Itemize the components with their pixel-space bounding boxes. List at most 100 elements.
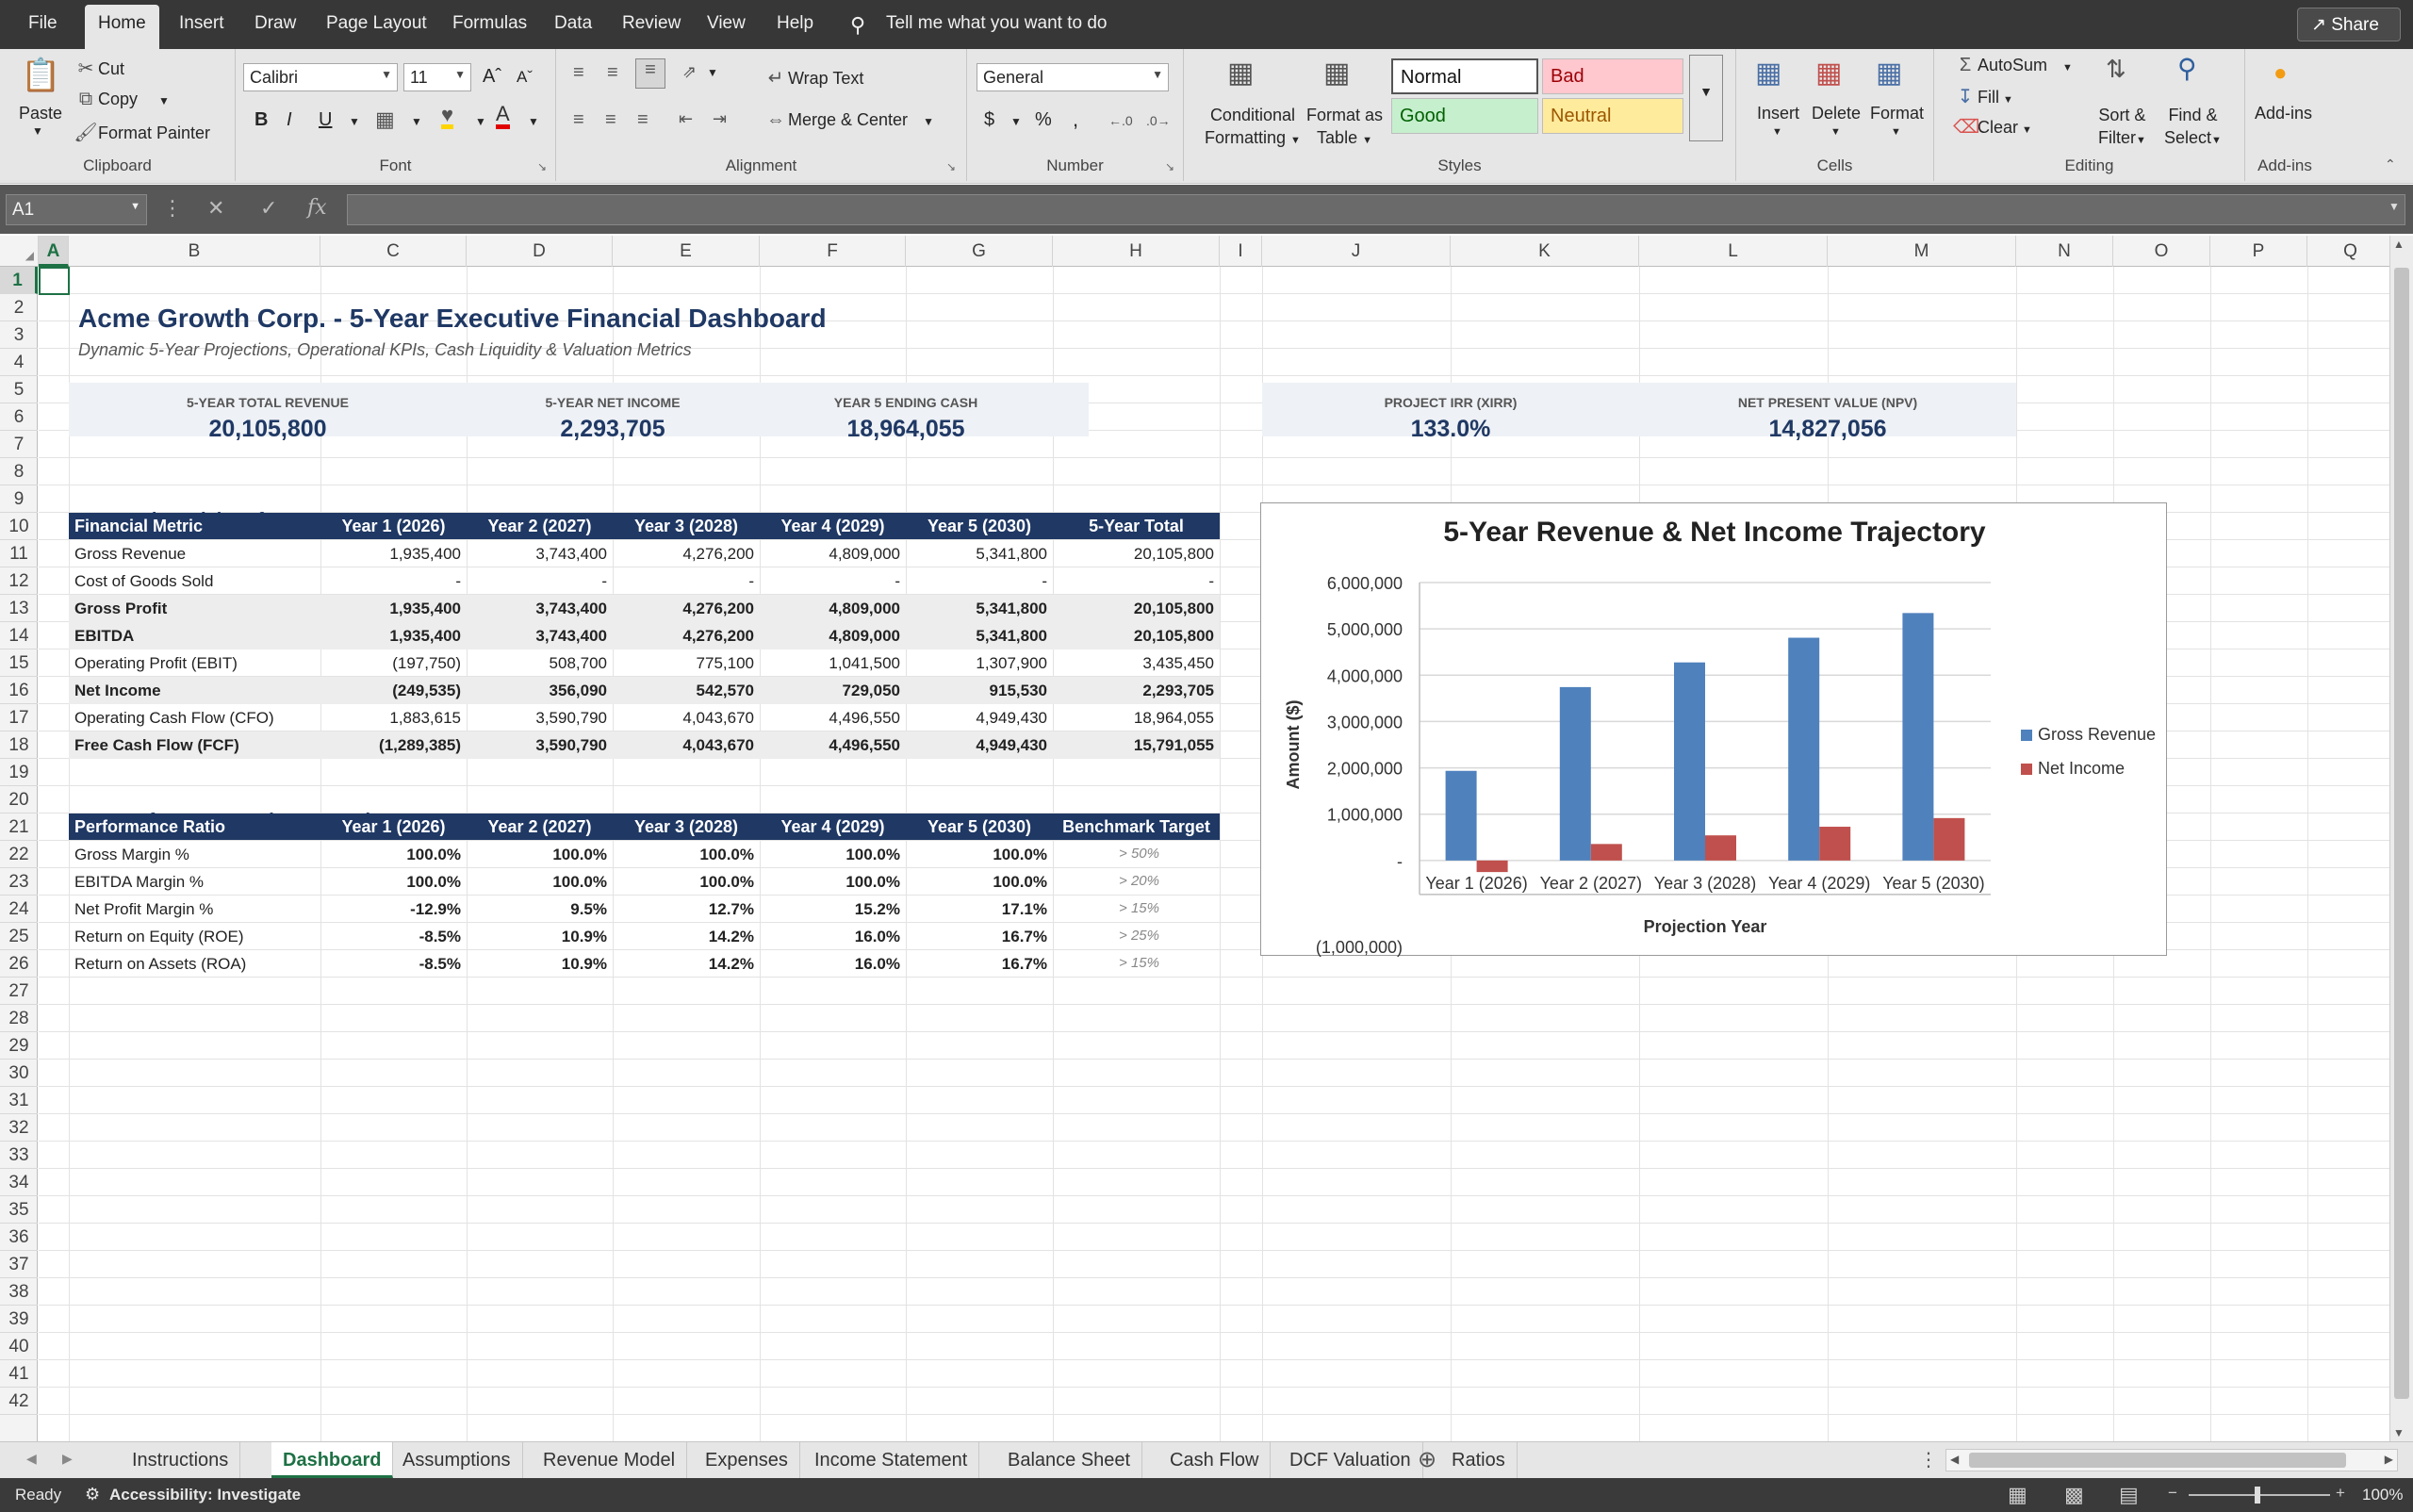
- underline-button[interactable]: U: [319, 109, 332, 131]
- summary-cell[interactable]: 1,307,900: [906, 649, 1053, 677]
- ratios-header-cell[interactable]: Year 3 (2028): [613, 814, 760, 840]
- column-header-b[interactable]: B: [69, 236, 320, 267]
- menu-tab-draw[interactable]: Draw: [254, 13, 296, 34]
- summary-header-cell[interactable]: 5-Year Total: [1053, 513, 1220, 539]
- summary-cell[interactable]: 4,043,670: [613, 704, 760, 731]
- summary-cell[interactable]: (197,750): [320, 649, 467, 677]
- summary-cell[interactable]: Cost of Goods Sold: [69, 567, 320, 595]
- ratios-cell[interactable]: > 25%: [1053, 923, 1220, 950]
- borders-icon[interactable]: ▦: [375, 107, 395, 132]
- sheet-tab[interactable]: Ratios: [1440, 1442, 1518, 1478]
- row-header[interactable]: 12: [0, 567, 38, 595]
- revenue-net-income-chart[interactable]: 5-Year Revenue & Net Income Trajectory 6,…: [1260, 502, 2167, 957]
- summary-cell[interactable]: 1,041,500: [760, 649, 906, 677]
- row-header[interactable]: 33: [0, 1142, 38, 1169]
- ratios-cell[interactable]: 16.0%: [760, 923, 906, 950]
- sheet-tab[interactable]: Income Statement: [803, 1442, 980, 1478]
- font-size-select[interactable]: 11 ▼: [403, 63, 471, 91]
- row-header[interactable]: 25: [0, 923, 38, 950]
- row-header[interactable]: 37: [0, 1251, 38, 1278]
- column-header-i[interactable]: I: [1220, 236, 1262, 267]
- insert-cells-button[interactable]: Insert: [1757, 104, 1799, 123]
- summary-cell[interactable]: 20,105,800: [1053, 595, 1220, 622]
- row-header[interactable]: 2: [0, 294, 38, 321]
- summary-header-cell[interactable]: Year 5 (2030): [906, 513, 1053, 539]
- ratios-cell[interactable]: 100.0%: [613, 868, 760, 896]
- increase-font-icon[interactable]: Aˆ: [483, 66, 501, 88]
- ratios-cell[interactable]: 14.2%: [613, 923, 760, 950]
- ratios-cell[interactable]: > 20%: [1053, 868, 1220, 896]
- wrap-text-button[interactable]: ↵ Wrap Text: [763, 66, 864, 90]
- summary-cell[interactable]: Net Income: [69, 677, 320, 704]
- row-header[interactable]: 7: [0, 431, 38, 458]
- merge-center-button[interactable]: ⇔ Merge & Center ▼: [763, 109, 934, 131]
- summary-cell[interactable]: 3,743,400: [467, 595, 613, 622]
- font-color-icon[interactable]: A: [496, 104, 510, 129]
- summary-cell[interactable]: 4,276,200: [613, 540, 760, 567]
- chevron-down-icon[interactable]: ▼: [1830, 126, 1841, 138]
- summary-header-cell[interactable]: Year 2 (2027): [467, 513, 613, 539]
- summary-cell[interactable]: 20,105,800: [1053, 540, 1220, 567]
- menu-file[interactable]: File: [28, 13, 57, 34]
- ratios-cell[interactable]: > 15%: [1053, 950, 1220, 978]
- ratios-cell[interactable]: -12.9%: [320, 896, 467, 923]
- ratios-cell[interactable]: 10.9%: [467, 923, 613, 950]
- summary-cell[interactable]: -: [906, 567, 1053, 595]
- column-header-g[interactable]: G: [906, 236, 1053, 267]
- row-header[interactable]: 6: [0, 403, 38, 431]
- sheet-tab[interactable]: Revenue Model: [532, 1442, 688, 1478]
- column-header-k[interactable]: K: [1451, 236, 1639, 267]
- row-header[interactable]: 41: [0, 1360, 38, 1388]
- summary-cell[interactable]: 3,590,790: [467, 731, 613, 759]
- column-header-q[interactable]: Q: [2307, 236, 2394, 267]
- font-name-select[interactable]: Calibri ▼: [243, 63, 398, 91]
- delete-cells-button[interactable]: Delete: [1812, 104, 1861, 123]
- summary-cell[interactable]: -: [1053, 567, 1220, 595]
- ratios-cell[interactable]: Return on Equity (ROE): [69, 923, 320, 950]
- sheet-tab[interactable]: Expenses: [694, 1442, 800, 1478]
- currency-button[interactable]: $: [984, 109, 994, 131]
- row-header[interactable]: 23: [0, 868, 38, 896]
- row-header[interactable]: 27: [0, 978, 38, 1005]
- chevron-down-icon[interactable]: ▼: [1772, 126, 1782, 138]
- align-left-icon[interactable]: ≡: [573, 109, 584, 131]
- summary-cell[interactable]: 5,341,800: [906, 540, 1053, 567]
- increase-decimal-icon[interactable]: ←.0: [1108, 113, 1133, 128]
- style-good[interactable]: Good: [1391, 98, 1538, 134]
- column-header-m[interactable]: M: [1828, 236, 2016, 267]
- cut-button[interactable]: ✂ Cut: [74, 57, 124, 80]
- chevron-down-icon[interactable]: ▼: [1010, 115, 1022, 128]
- ratios-cell[interactable]: 100.0%: [760, 841, 906, 868]
- summary-cell[interactable]: 4,043,670: [613, 731, 760, 759]
- row-header[interactable]: 14: [0, 622, 38, 649]
- row-header[interactable]: 24: [0, 896, 38, 923]
- vertical-scrollbar[interactable]: ▲ ▼: [2389, 236, 2413, 1441]
- column-header-h[interactable]: H: [1053, 236, 1220, 267]
- more-options-icon[interactable]: ⋮: [162, 196, 183, 221]
- ratios-header-cell[interactable]: Benchmark Target: [1053, 814, 1220, 840]
- align-middle-icon[interactable]: ≡: [607, 62, 618, 84]
- menu-tab-insert[interactable]: Insert: [179, 13, 224, 34]
- style-neutral[interactable]: Neutral: [1542, 98, 1683, 134]
- sheet-tab[interactable]: Balance Sheet: [996, 1442, 1143, 1478]
- fill-color-icon[interactable]: ♥: [441, 105, 454, 129]
- summary-cell[interactable]: 15,791,055: [1053, 731, 1220, 759]
- select-all-corner[interactable]: ◢: [0, 236, 39, 267]
- ratios-cell[interactable]: Return on Assets (ROA): [69, 950, 320, 978]
- summary-cell[interactable]: 4,276,200: [613, 622, 760, 649]
- ratios-cell[interactable]: 100.0%: [467, 868, 613, 896]
- zoom-in-icon[interactable]: +: [2336, 1484, 2345, 1503]
- summary-cell[interactable]: 20,105,800: [1053, 622, 1220, 649]
- expand-formula-icon[interactable]: ▼: [2388, 200, 2400, 213]
- tab-options-icon[interactable]: ⋮: [1919, 1448, 1938, 1471]
- format-cells-button[interactable]: Format: [1870, 104, 1924, 123]
- row-header[interactable]: 4: [0, 349, 38, 376]
- summary-cell[interactable]: 1,883,615: [320, 704, 467, 731]
- summary-cell[interactable]: -: [613, 567, 760, 595]
- row-header[interactable]: 18: [0, 731, 38, 759]
- ratios-cell[interactable]: 14.2%: [613, 950, 760, 978]
- vertical-scroll-thumb[interactable]: [2394, 268, 2409, 1399]
- menu-tab-data[interactable]: Data: [554, 13, 592, 34]
- row-header[interactable]: 29: [0, 1032, 38, 1060]
- style-bad[interactable]: Bad: [1542, 58, 1683, 94]
